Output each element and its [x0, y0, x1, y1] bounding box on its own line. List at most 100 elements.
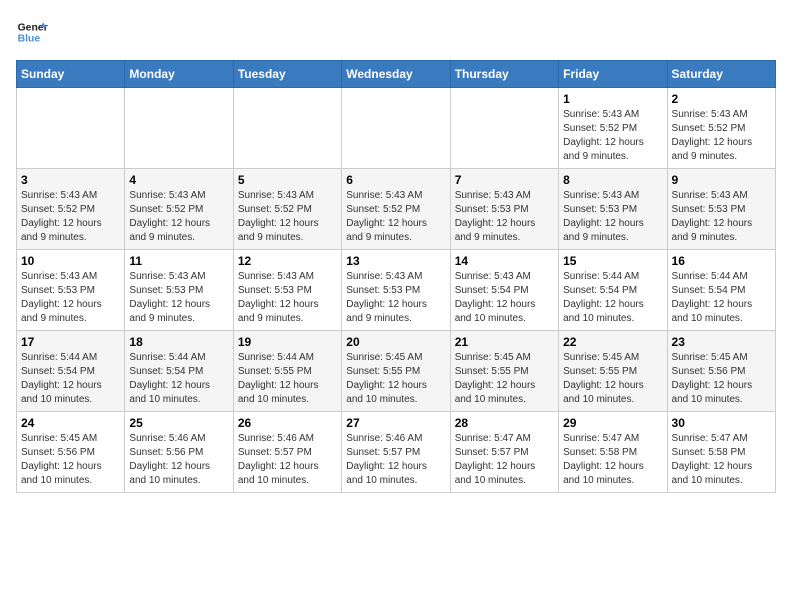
day-info: Sunrise: 5:43 AM Sunset: 5:53 PM Dayligh… [346, 270, 445, 326]
calendar-cell: 11 Sunrise: 5:43 AM Sunset: 5:53 PM Dayli… [125, 250, 233, 331]
day-info: Sunrise: 5:43 AM Sunset: 5:52 PM Dayligh… [238, 189, 337, 245]
calendar-cell: 2Sunrise: 5:43 AM Sunset: 5:52 PM Daylig… [667, 88, 775, 169]
logo: General Blue [16, 16, 48, 48]
day-number: 27 [346, 416, 445, 430]
calendar-cell: 29 Sunrise: 5:47 AM Sunset: 5:58 PM Dayli… [559, 412, 667, 493]
day-number: 4 [129, 173, 228, 187]
day-number: 12 [238, 254, 337, 268]
day-number: 26 [238, 416, 337, 430]
day-number: 10 [21, 254, 120, 268]
svg-text:Blue: Blue [18, 34, 41, 45]
day-number: 28 [455, 416, 554, 430]
day-number: 19 [238, 335, 337, 349]
day-number: 11 [129, 254, 228, 268]
calendar-cell: 14 Sunrise: 5:43 AM Sunset: 5:54 PM Dayli… [450, 250, 558, 331]
day-info: Sunrise: 5:43 AM Sunset: 5:53 PM Dayligh… [563, 189, 662, 245]
day-number: 15 [563, 254, 662, 268]
day-number: 2 [672, 92, 771, 106]
calendar-cell: 4Sunrise: 5:43 AM Sunset: 5:52 PM Daylig… [125, 169, 233, 250]
day-header-sunday: Sunday [17, 61, 125, 88]
calendar-cell: 1 Sunrise: 5:43 AM Sunset: 5:52 PM Daylig… [559, 88, 667, 169]
day-info: Sunrise: 5:45 AM Sunset: 5:55 PM Dayligh… [346, 351, 445, 407]
day-info: Sunrise: 5:45 AM Sunset: 5:55 PM Dayligh… [455, 351, 554, 407]
calendar-cell: 24 Sunrise: 5:45 AM Sunset: 5:56 PM Dayli… [17, 412, 125, 493]
calendar-cell [125, 88, 233, 169]
calendar-cell [450, 88, 558, 169]
calendar-cell: 5 Sunrise: 5:43 AM Sunset: 5:52 PM Daylig… [233, 169, 341, 250]
page-header: General Blue [16, 16, 776, 48]
calendar-cell: 13 Sunrise: 5:43 AM Sunset: 5:53 PM Dayli… [342, 250, 450, 331]
day-header-wednesday: Wednesday [342, 61, 450, 88]
day-info: Sunrise: 5:47 AM Sunset: 5:57 PM Dayligh… [455, 432, 554, 488]
day-header-friday: Friday [559, 61, 667, 88]
day-number: 13 [346, 254, 445, 268]
day-info: Sunrise: 5:43 AM Sunset: 5:53 PM Dayligh… [129, 270, 228, 326]
day-number: 5 [238, 173, 337, 187]
day-number: 1 [563, 92, 662, 106]
day-info: Sunrise: 5:44 AM Sunset: 5:54 PM Dayligh… [563, 270, 662, 326]
day-number: 6 [346, 173, 445, 187]
day-number: 8 [563, 173, 662, 187]
day-number: 3 [21, 173, 120, 187]
day-info: Sunrise: 5:43 AM Sunset: 5:53 PM Dayligh… [238, 270, 337, 326]
day-number: 9 [672, 173, 771, 187]
day-info: Sunrise: 5:43 AM Sunset: 5:54 PM Dayligh… [455, 270, 554, 326]
calendar-cell: 16Sunrise: 5:44 AM Sunset: 5:54 PM Dayli… [667, 250, 775, 331]
day-info: Sunrise: 5:44 AM Sunset: 5:54 PM Dayligh… [672, 270, 771, 326]
calendar-week-row: 24 Sunrise: 5:45 AM Sunset: 5:56 PM Dayli… [17, 412, 776, 493]
calendar-cell: 30Sunrise: 5:47 AM Sunset: 5:58 PM Dayli… [667, 412, 775, 493]
day-info: Sunrise: 5:43 AM Sunset: 5:52 PM Dayligh… [563, 108, 662, 164]
day-info: Sunrise: 5:43 AM Sunset: 5:53 PM Dayligh… [672, 189, 771, 245]
calendar-cell: 8 Sunrise: 5:43 AM Sunset: 5:53 PM Daylig… [559, 169, 667, 250]
day-info: Sunrise: 5:47 AM Sunset: 5:58 PM Dayligh… [563, 432, 662, 488]
calendar-cell: 3 Sunrise: 5:43 AM Sunset: 5:52 PM Daylig… [17, 169, 125, 250]
calendar-week-row: 3 Sunrise: 5:43 AM Sunset: 5:52 PM Daylig… [17, 169, 776, 250]
calendar-cell: 6 Sunrise: 5:43 AM Sunset: 5:52 PM Daylig… [342, 169, 450, 250]
calendar-cell: 23Sunrise: 5:45 AM Sunset: 5:56 PM Dayli… [667, 331, 775, 412]
day-info: Sunrise: 5:43 AM Sunset: 5:52 PM Dayligh… [346, 189, 445, 245]
day-info: Sunrise: 5:46 AM Sunset: 5:56 PM Dayligh… [129, 432, 228, 488]
calendar-cell: 9 Sunrise: 5:43 AM Sunset: 5:53 PM Daylig… [667, 169, 775, 250]
day-number: 7 [455, 173, 554, 187]
day-number: 24 [21, 416, 120, 430]
day-info: Sunrise: 5:45 AM Sunset: 5:55 PM Dayligh… [563, 351, 662, 407]
day-number: 29 [563, 416, 662, 430]
day-number: 14 [455, 254, 554, 268]
day-number: 20 [346, 335, 445, 349]
calendar-cell: 22 Sunrise: 5:45 AM Sunset: 5:55 PM Dayli… [559, 331, 667, 412]
day-info: Sunrise: 5:44 AM Sunset: 5:54 PM Dayligh… [129, 351, 228, 407]
day-info: Sunrise: 5:46 AM Sunset: 5:57 PM Dayligh… [238, 432, 337, 488]
day-info: Sunrise: 5:44 AM Sunset: 5:54 PM Dayligh… [21, 351, 120, 407]
calendar-cell: 17 Sunrise: 5:44 AM Sunset: 5:54 PM Dayli… [17, 331, 125, 412]
calendar-cell: 12 Sunrise: 5:43 AM Sunset: 5:53 PM Dayli… [233, 250, 341, 331]
calendar-cell: 20 Sunrise: 5:45 AM Sunset: 5:55 PM Dayli… [342, 331, 450, 412]
calendar-cell: 7Sunrise: 5:43 AM Sunset: 5:53 PM Daylig… [450, 169, 558, 250]
day-info: Sunrise: 5:43 AM Sunset: 5:53 PM Dayligh… [21, 270, 120, 326]
day-info: Sunrise: 5:43 AM Sunset: 5:52 PM Dayligh… [21, 189, 120, 245]
calendar-cell: 27Sunrise: 5:46 AM Sunset: 5:57 PM Dayli… [342, 412, 450, 493]
day-number: 21 [455, 335, 554, 349]
calendar-cell: 28 Sunrise: 5:47 AM Sunset: 5:57 PM Dayli… [450, 412, 558, 493]
calendar-cell: 25 Sunrise: 5:46 AM Sunset: 5:56 PM Dayli… [125, 412, 233, 493]
calendar-cell [17, 88, 125, 169]
calendar-week-row: 17 Sunrise: 5:44 AM Sunset: 5:54 PM Dayli… [17, 331, 776, 412]
day-number: 18 [129, 335, 228, 349]
day-number: 22 [563, 335, 662, 349]
day-header-tuesday: Tuesday [233, 61, 341, 88]
calendar-cell: 26 Sunrise: 5:46 AM Sunset: 5:57 PM Dayli… [233, 412, 341, 493]
calendar-cell: 21 Sunrise: 5:45 AM Sunset: 5:55 PM Dayli… [450, 331, 558, 412]
calendar-cell: 19Sunrise: 5:44 AM Sunset: 5:55 PM Dayli… [233, 331, 341, 412]
day-info: Sunrise: 5:47 AM Sunset: 5:58 PM Dayligh… [672, 432, 771, 488]
calendar-week-row: 1 Sunrise: 5:43 AM Sunset: 5:52 PM Daylig… [17, 88, 776, 169]
day-info: Sunrise: 5:45 AM Sunset: 5:56 PM Dayligh… [21, 432, 120, 488]
day-number: 17 [21, 335, 120, 349]
calendar-cell: 15 Sunrise: 5:44 AM Sunset: 5:54 PM Dayli… [559, 250, 667, 331]
calendar-table: SundayMondayTuesdayWednesdayThursdayFrid… [16, 60, 776, 493]
calendar-cell: 10 Sunrise: 5:43 AM Sunset: 5:53 PM Dayli… [17, 250, 125, 331]
day-number: 25 [129, 416, 228, 430]
day-number: 23 [672, 335, 771, 349]
day-header-monday: Monday [125, 61, 233, 88]
calendar-header-row: SundayMondayTuesdayWednesdayThursdayFrid… [17, 61, 776, 88]
calendar-cell [342, 88, 450, 169]
day-header-thursday: Thursday [450, 61, 558, 88]
